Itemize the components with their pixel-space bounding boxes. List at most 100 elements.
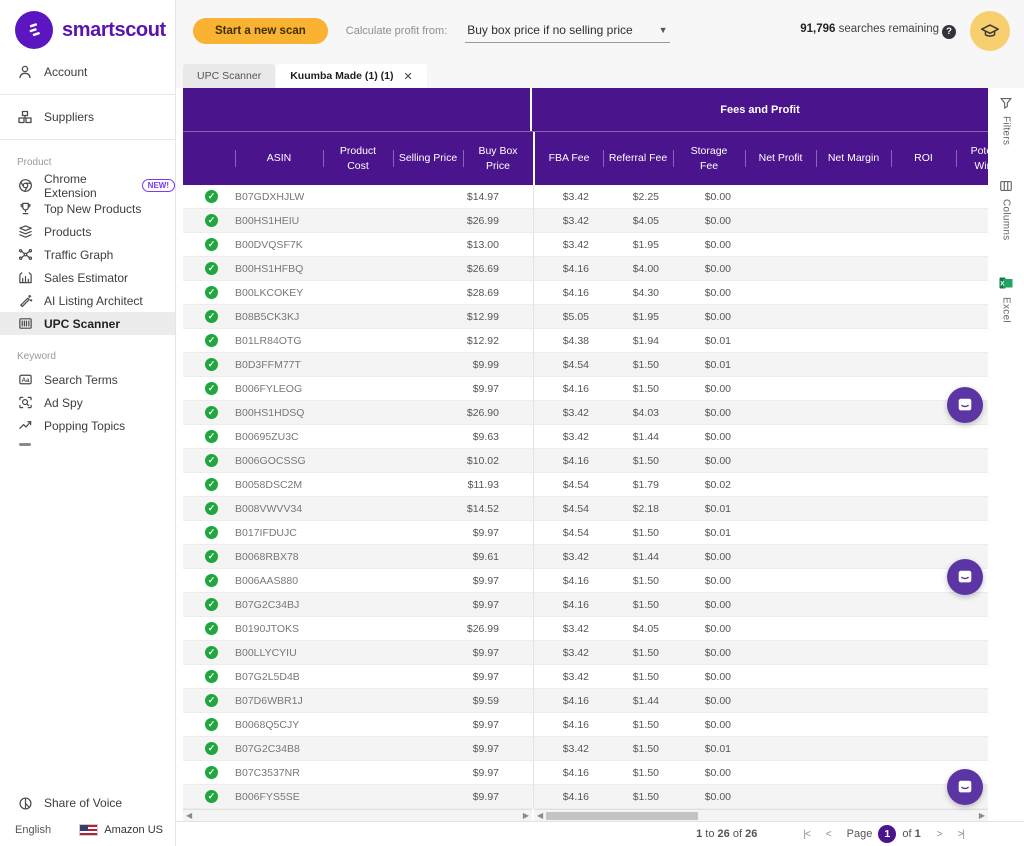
columns-toggle[interactable]: Columns xyxy=(999,179,1013,241)
tab-label: UPC Scanner xyxy=(197,70,261,82)
row-status-cell: ✓ xyxy=(183,473,235,496)
tab-kuumba-made[interactable]: Kuumba Made (1) (1) ✕ xyxy=(276,64,426,88)
product-cost-cell xyxy=(323,641,393,664)
roi-cell xyxy=(891,545,956,568)
chat-launcher-button[interactable] xyxy=(947,559,983,595)
table-row[interactable]: ✓B017IFDUJC$9.97$4.54$1.50$0.01 xyxy=(183,521,988,545)
sidebar-item-products[interactable]: Products xyxy=(0,220,175,243)
table-row[interactable]: ✓B0190JTOKS$26.99$3.42$4.05$0.00 xyxy=(183,617,988,641)
table-row[interactable]: ✓B00HS1HEIU$26.99$3.42$4.05$0.00 xyxy=(183,209,988,233)
tab-upc-scanner[interactable]: UPC Scanner xyxy=(183,64,275,88)
table-row[interactable]: ✓B008VWVV34$14.52$4.54$2.18$0.01 xyxy=(183,497,988,521)
table-row[interactable]: ✓B07G2C34B8$9.97$3.42$1.50$0.01 xyxy=(183,737,988,761)
sidebar-item-sales-estimator[interactable]: Sales Estimator xyxy=(0,266,175,289)
column-header-roi[interactable]: ROI xyxy=(891,132,956,185)
excel-export[interactable]: X Excel xyxy=(998,275,1014,323)
left-pane-scrollbar[interactable]: ◀ ▶ xyxy=(183,809,532,821)
table-row[interactable]: ✓B07G2L5D4B$9.97$3.42$1.50$0.00 xyxy=(183,665,988,689)
sidebar-item-top-new-products[interactable]: Top New Products xyxy=(0,197,175,220)
excel-icon: X xyxy=(998,275,1014,291)
sidebar-item-share-of-voice[interactable]: Share of Voice xyxy=(0,790,175,816)
marketplace-selector[interactable]: Amazon US xyxy=(79,824,163,836)
column-header-net-profit[interactable]: Net Profit xyxy=(745,132,816,185)
asin-cell: B006AAS880 xyxy=(235,569,323,592)
chat-launcher-button[interactable] xyxy=(947,769,983,805)
sidebar-item-label: UPC Scanner xyxy=(44,317,120,331)
scroll-right-icon[interactable]: ▶ xyxy=(979,812,985,820)
column-header-storage-fee[interactable]: Storage Fee xyxy=(673,132,745,185)
columns-label: Columns xyxy=(1001,199,1012,241)
last-page-button[interactable]: >| xyxy=(958,829,964,840)
storage-fee-cell: $0.00 xyxy=(673,425,745,448)
scroll-right-icon[interactable]: ▶ xyxy=(523,812,529,820)
column-header-asin[interactable]: ASIN xyxy=(235,132,323,185)
table-row[interactable]: ✓B0068RBX78$9.61$3.42$1.44$0.00 xyxy=(183,545,988,569)
sidebar-item-upc-scanner[interactable]: UPC Scanner xyxy=(0,312,175,335)
first-page-button[interactable]: |< xyxy=(803,829,809,840)
table-row[interactable]: ✓B0068Q5CJY$9.97$4.16$1.50$0.00 xyxy=(183,713,988,737)
table-row[interactable]: ✓B07C3537NR$9.97$4.16$1.50$0.00 xyxy=(183,761,988,785)
storage-fee-cell: $0.01 xyxy=(673,353,745,376)
sidebar-item-popping-topics[interactable]: Popping Topics xyxy=(0,414,175,437)
net-profit-cell xyxy=(745,305,816,328)
potential-winner-cell xyxy=(956,233,988,256)
table-row[interactable]: ✓B07GDXHJLW$14.97$3.42$2.25$0.00 xyxy=(183,185,988,209)
chat-launcher-button[interactable] xyxy=(947,387,983,423)
sidebar-item-traffic-graph[interactable]: Traffic Graph xyxy=(0,243,175,266)
table-row[interactable]: ✓B006AAS880$9.97$4.16$1.50$0.00 xyxy=(183,569,988,593)
column-header-net-margin[interactable]: Net Margin xyxy=(816,132,891,185)
buy-box-price-cell: $26.99 xyxy=(463,617,533,640)
sidebar-item-ai-listing-architect[interactable]: AI Listing Architect xyxy=(0,289,175,312)
sidebar-item-account[interactable]: Account xyxy=(0,59,175,85)
net-profit-cell xyxy=(745,785,816,808)
column-header-referral-fee[interactable]: Referral Fee xyxy=(603,132,673,185)
product-cost-cell xyxy=(323,305,393,328)
start-new-scan-button[interactable]: Start a new scan xyxy=(193,18,328,44)
right-pane-scrollbar[interactable]: ◀ ▶ xyxy=(534,809,988,821)
check-icon: ✓ xyxy=(205,478,218,491)
products-icon xyxy=(17,224,33,240)
language-selector[interactable]: English xyxy=(15,824,51,836)
sidebar-item-search-terms[interactable]: Aa Search Terms xyxy=(0,368,175,391)
row-status-cell: ✓ xyxy=(183,209,235,232)
table-row[interactable]: ✓B006GOCSSG$10.02$4.16$1.50$0.00 xyxy=(183,449,988,473)
column-header-buy-box-price[interactable]: Buy Box Price xyxy=(463,132,533,185)
table-row[interactable]: ✓B0D3FFM77T$9.99$4.54$1.50$0.01 xyxy=(183,353,988,377)
table-row[interactable]: ✓B07G2C34BJ$9.97$4.16$1.50$0.00 xyxy=(183,593,988,617)
table-row[interactable]: ✓B07D6WBR1J$9.59$4.16$1.44$0.00 xyxy=(183,689,988,713)
prev-page-button[interactable]: < xyxy=(826,829,831,840)
table-row[interactable]: ✓B00HS1HDSQ$26.90$3.42$4.03$0.00 xyxy=(183,401,988,425)
column-header-selling-price[interactable]: Selling Price xyxy=(393,132,463,185)
table-row[interactable]: ✓B00DVQSF7K$13.00$3.42$1.95$0.00 xyxy=(183,233,988,257)
column-header-product-cost[interactable]: Product Cost xyxy=(323,132,393,185)
column-header-fba-fee[interactable]: FBA Fee xyxy=(533,132,603,185)
close-icon[interactable]: ✕ xyxy=(403,70,412,83)
selling-price-cell xyxy=(393,257,463,280)
table-row[interactable]: ✓B00695ZU3C$9.63$3.42$1.44$0.00 xyxy=(183,425,988,449)
asin-cell: B0190JTOKS xyxy=(235,617,323,640)
table-row[interactable]: ✓B006FYLEOG$9.97$4.16$1.50$0.00 xyxy=(183,377,988,401)
next-page-button[interactable]: > xyxy=(937,829,942,840)
academy-button[interactable] xyxy=(970,11,1010,51)
check-icon: ✓ xyxy=(205,598,218,611)
profit-from-select[interactable]: Buy box price if no selling price ▼ xyxy=(465,19,669,43)
filters-toggle[interactable]: Filters xyxy=(999,96,1013,145)
sidebar-item-chrome-extension[interactable]: Chrome Extension NEW! xyxy=(0,174,175,197)
table-row[interactable]: ✓B00LLYCYIU$9.97$3.42$1.50$0.00 xyxy=(183,641,988,665)
row-status-cell: ✓ xyxy=(183,665,235,688)
help-icon[interactable]: ? xyxy=(942,25,956,39)
scroll-left-icon[interactable]: ◀ xyxy=(186,812,192,820)
table-row[interactable]: ✓B01LR84OTG$12.92$4.38$1.94$0.01 xyxy=(183,329,988,353)
scroll-left-icon[interactable]: ◀ xyxy=(537,812,543,820)
table-row[interactable]: ✓B08B5CK3KJ$12.99$5.05$1.95$0.00 xyxy=(183,305,988,329)
sidebar-item-suppliers[interactable]: Suppliers xyxy=(0,104,175,130)
sales-estimator-icon xyxy=(17,270,33,286)
sidebar-item-ad-spy[interactable]: Ad Spy xyxy=(0,391,175,414)
table-row[interactable]: ✓B006FYS5SE$9.97$4.16$1.50$0.00 xyxy=(183,785,988,809)
table-row[interactable]: ✓B0058DSC2M$11.93$4.54$1.79$0.02 xyxy=(183,473,988,497)
scrollbar-thumb[interactable] xyxy=(546,812,698,820)
table-row[interactable]: ✓B00HS1HFBQ$26.69$4.16$4.00$0.00 xyxy=(183,257,988,281)
table-row[interactable]: ✓B00LKCOKEY$28.69$4.16$4.30$0.00 xyxy=(183,281,988,305)
brand-logo[interactable]: smartscout xyxy=(0,0,175,59)
column-header-potential-winner[interactable]: Potential Winner xyxy=(956,132,988,185)
